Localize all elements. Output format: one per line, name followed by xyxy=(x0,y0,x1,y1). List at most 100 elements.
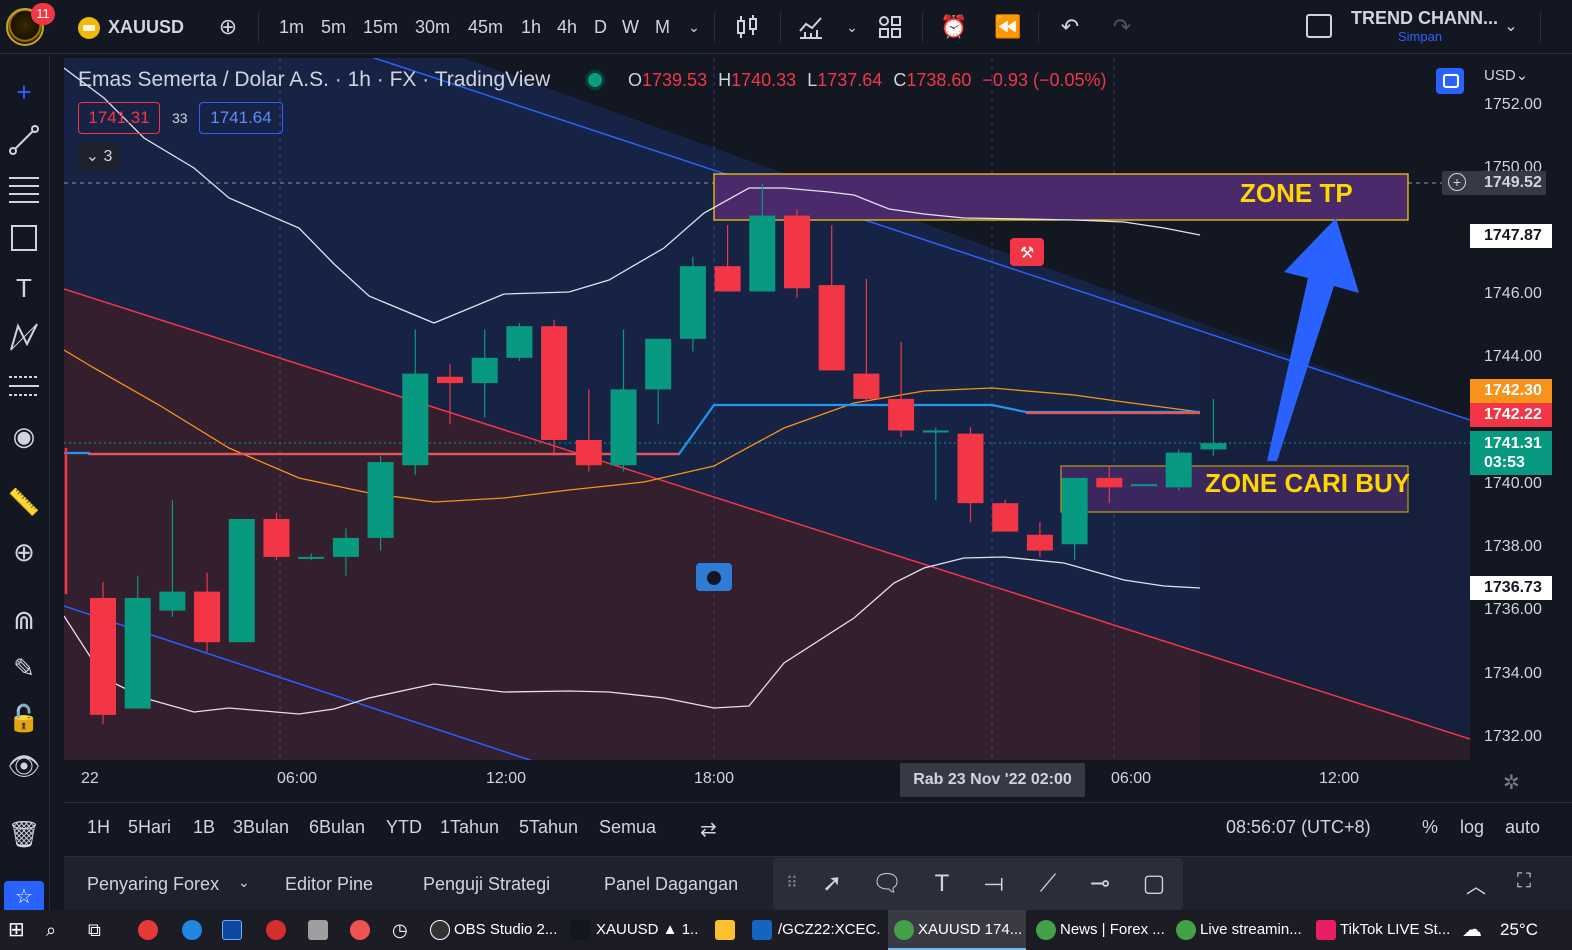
interval-5m[interactable]: 5m xyxy=(321,0,346,54)
layout-icon[interactable] xyxy=(1306,14,1332,38)
stay-drawing-icon[interactable]: ✎ xyxy=(5,649,43,687)
taskbar-tradingview[interactable]: XAUUSD ▲ 1... xyxy=(568,910,698,950)
tab-penyaring-forex[interactable]: Penyaring Forex xyxy=(87,874,219,895)
zone-tp-label[interactable]: ZONE TP xyxy=(1240,178,1353,209)
zone-buy-label[interactable]: ZONE CARI BUY xyxy=(1205,468,1410,499)
range-3bulan[interactable]: 3Bulan xyxy=(233,817,289,838)
trendline-icon[interactable] xyxy=(5,121,43,159)
lock-icon[interactable]: 🔓 xyxy=(5,699,43,737)
indicators-icon[interactable] xyxy=(797,13,825,41)
text-tool-icon[interactable]: T xyxy=(5,269,43,307)
rectangle-icon[interactable] xyxy=(5,219,43,257)
sell-price-button[interactable]: 1741.31 xyxy=(78,102,160,134)
chevron-down-icon[interactable]: ⌄ xyxy=(838,13,866,41)
interval-4h[interactable]: 4h xyxy=(557,0,577,54)
replay-icon[interactable]: ⏪ xyxy=(994,13,1022,41)
horizontal-ray-icon[interactable]: ⟞ xyxy=(979,870,1009,898)
interval-45m[interactable]: 45m xyxy=(468,0,503,54)
interval-w[interactable]: W xyxy=(622,0,639,54)
taskbar-obs[interactable]: OBS Studio 2... xyxy=(428,910,556,950)
trendline-icon[interactable]: ⟋ xyxy=(1033,870,1063,898)
currency-selector[interactable]: USD⌄ xyxy=(1484,66,1528,84)
chevron-down-icon[interactable]: ⌄ xyxy=(238,874,250,891)
interval-1h[interactable]: 1h xyxy=(521,0,541,54)
taskbar-xauusd-chrome[interactable]: XAUUSD 174... xyxy=(888,910,1026,950)
prediction-icon[interactable] xyxy=(5,367,43,405)
ruler-icon[interactable]: 📏 xyxy=(5,483,43,521)
text-tool-icon[interactable]: T xyxy=(927,870,957,898)
undo-icon[interactable]: ↶ xyxy=(1056,13,1084,41)
media-player-icon[interactable] xyxy=(138,920,158,940)
magnet-icon[interactable]: ⋒ xyxy=(5,601,43,639)
interval-m[interactable]: M xyxy=(655,0,670,54)
interval-30m[interactable]: 30m xyxy=(415,0,450,54)
redo-icon[interactable]: ↷ xyxy=(1108,13,1136,41)
windows-start-icon[interactable]: ⊞ xyxy=(8,910,25,950)
gear-icon[interactable]: ✲ xyxy=(1503,770,1520,795)
interval-1m[interactable]: 1m xyxy=(279,0,304,54)
fib-retracement-icon[interactable] xyxy=(5,170,43,208)
clock-app-icon[interactable]: ◷ xyxy=(392,910,408,950)
chevron-down-icon[interactable]: ⌄ xyxy=(680,13,708,41)
taskbar-gcz22[interactable]: /GCZ22:XCEC... xyxy=(750,910,880,950)
range-6bulan[interactable]: 6Bulan xyxy=(309,817,365,838)
drag-handle-icon[interactable]: ⠿ xyxy=(777,870,807,898)
indicators-toggle-button[interactable]: ⌄ 3 xyxy=(78,143,120,171)
icons-tool-icon[interactable]: ◉ xyxy=(5,417,43,455)
add-alert-icon[interactable]: + xyxy=(1448,173,1466,191)
opera-icon[interactable] xyxy=(266,920,286,940)
trash-icon[interactable]: 🗑 xyxy=(5,815,43,853)
symbol-search-button[interactable]: XAUUSD xyxy=(108,0,184,54)
callout-icon[interactable]: 🗨 xyxy=(872,870,902,898)
weather-temperature[interactable]: 25°C xyxy=(1500,910,1538,950)
range-ytd[interactable]: YTD xyxy=(386,817,422,838)
arrow-tool-icon[interactable]: ➚ xyxy=(817,870,847,898)
range-5hari[interactable]: 5Hari xyxy=(128,817,171,838)
app-icon[interactable] xyxy=(350,920,370,940)
tab-panel-dagangan[interactable]: Panel Dagangan xyxy=(604,874,738,895)
object-tree-icon[interactable] xyxy=(1436,68,1464,94)
app-icon[interactable] xyxy=(308,920,328,940)
clock-timezone[interactable]: 08:56:07 (UTC+8) xyxy=(1226,817,1371,838)
log-scale-toggle[interactable]: log xyxy=(1460,817,1484,838)
crosshair-price-label[interactable]: + 1749.52 xyxy=(1442,171,1546,195)
range-1h[interactable]: 1H xyxy=(87,817,110,838)
tab-editor-pine[interactable]: Editor Pine xyxy=(285,874,373,895)
search-icon[interactable]: ⌕ xyxy=(46,910,56,950)
alert-clock-icon[interactable]: ⏰ xyxy=(940,13,968,41)
rectangle-icon[interactable]: ▢ xyxy=(1139,870,1169,898)
interval-15m[interactable]: 15m xyxy=(363,0,398,54)
chevron-down-icon[interactable]: ⌄ xyxy=(1497,13,1525,41)
goto-date-icon[interactable]: ⇄ xyxy=(700,817,717,842)
horizontal-line-icon[interactable]: ⊸ xyxy=(1085,870,1115,898)
weather-cloud-icon[interactable]: ☁ xyxy=(1462,910,1482,950)
maximize-icon[interactable]: ⛶ xyxy=(1517,870,1531,893)
range-1tahun[interactable]: 1Tahun xyxy=(440,817,499,838)
chevron-up-icon[interactable]: ︿ xyxy=(1466,870,1486,899)
range-1b[interactable]: 1B xyxy=(193,817,215,838)
pattern-icon[interactable] xyxy=(5,318,43,356)
range-semua[interactable]: Semua xyxy=(599,817,656,838)
file-explorer-icon[interactable] xyxy=(715,920,735,940)
buy-price-button[interactable]: 1741.64 xyxy=(199,102,283,134)
tab-penguji-strategi[interactable]: Penguji Strategi xyxy=(423,874,550,895)
task-view-icon[interactable]: ⧉ xyxy=(88,910,101,950)
crosshair-icon[interactable]: + xyxy=(5,73,43,111)
time-axis[interactable]: 22 06:00 12:00 18:00 06:00 12:00 xyxy=(64,760,1470,800)
forex-app-icon[interactable] xyxy=(182,920,202,940)
percent-scale-toggle[interactable]: % xyxy=(1422,817,1438,838)
eye-icon[interactable]: 👁 xyxy=(5,747,43,785)
interval-d[interactable]: D xyxy=(594,0,607,54)
range-5tahun[interactable]: 5Tahun xyxy=(519,817,578,838)
taskbar-tiktok-live[interactable]: TikTok LIVE St... xyxy=(1314,910,1450,950)
star-favorites-icon[interactable]: ☆ xyxy=(4,881,44,913)
price-axis[interactable]: USD⌄ 1752.00 1750.00 1746.00 1744.00 174… xyxy=(1470,58,1562,800)
zoom-in-icon[interactable]: ⊕ xyxy=(5,533,43,571)
layout-name[interactable]: TREND CHANN... xyxy=(1351,8,1498,29)
compare-add-icon[interactable]: ⊕ xyxy=(214,13,242,41)
taskbar-news-forex[interactable]: News | Forex ... xyxy=(1034,910,1166,950)
candlestick-type-icon[interactable] xyxy=(733,13,761,41)
chart-pane[interactable]: ⚒ xyxy=(64,58,1470,760)
taskbar-live-stream[interactable]: Live streamin... xyxy=(1174,910,1306,950)
auto-scale-toggle[interactable]: auto xyxy=(1505,817,1540,838)
